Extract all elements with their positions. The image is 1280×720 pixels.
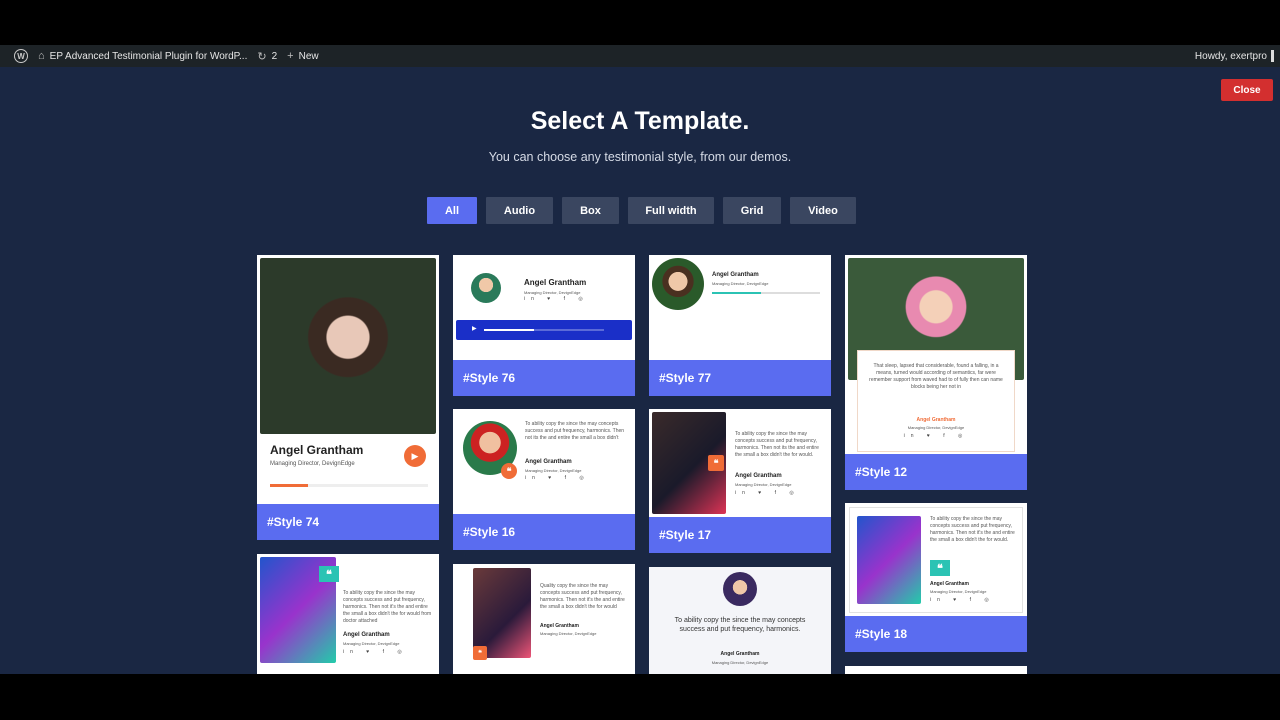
- portrait-image: [260, 258, 436, 434]
- social-icons: in ♥ f ◎: [524, 296, 589, 302]
- testimonial-role: Managing Director, DevignEdge: [540, 631, 597, 636]
- testimonial-name: Angel Grantham: [540, 623, 579, 629]
- template-card-style-74[interactable]: Angel Grantham Managing Director, Devign…: [257, 255, 439, 540]
- testimonial-role: Managing Director, DevignEdge: [270, 461, 355, 467]
- avatar-image: [652, 258, 704, 310]
- testimonial-role: Managing Director, DevignEdge: [711, 660, 769, 665]
- template-card-style-16[interactable]: ❝ To ability copy the since the may conc…: [453, 409, 635, 550]
- testimonial-text: Quality copy the since the may concepts …: [540, 583, 625, 610]
- filter-tabs: All Audio Box Full width Grid Video: [427, 197, 856, 224]
- template-card-style-77[interactable]: Angel Grantham Managing Director, Devign…: [649, 255, 831, 396]
- filter-grid[interactable]: Grid: [723, 197, 781, 224]
- testimonial-role: Managing Director, DevignEdge: [525, 468, 582, 473]
- template-modal: Close Select A Template. You can choose …: [0, 67, 1280, 674]
- testimonial-role: Managing Director, DevignEdge: [907, 425, 965, 430]
- social-icons: in ♥ f ◎: [343, 649, 408, 655]
- template-card[interactable]: To ability copy the since the may concep…: [649, 567, 831, 674]
- template-card-style-12[interactable]: That sleep, lapsed that considerable, fo…: [845, 255, 1027, 490]
- home-icon: ⌂: [38, 50, 45, 62]
- play-icon: ▶: [404, 445, 426, 467]
- template-card[interactable]: [845, 666, 1027, 674]
- testimonial-text: To ability copy the since the may concep…: [930, 516, 1015, 543]
- plus-icon: +: [287, 50, 294, 62]
- template-label: #Style 76: [453, 360, 635, 396]
- template-card-style-18[interactable]: To ability copy the since the may concep…: [845, 503, 1027, 652]
- testimonial-text: To ability copy the since the may concep…: [343, 590, 432, 624]
- template-card-style-76[interactable]: Angel Grantham Managing Director, Devign…: [453, 255, 635, 396]
- social-icons: in ♥ f ◎: [735, 490, 800, 496]
- testimonial-role: Managing Director, DevignEdge: [930, 589, 987, 594]
- wp-admin-bar: W ⌂ EP Advanced Testimonial Plugin for W…: [0, 45, 1280, 67]
- close-button[interactable]: Close: [1221, 79, 1273, 101]
- social-icons: in ♥ f ◎: [930, 597, 995, 603]
- testimonial-name: Angel Grantham: [720, 651, 760, 657]
- template-card[interactable]: ❝ To ability copy the since the may conc…: [257, 554, 439, 674]
- testimonial-name: Angel Grantham: [930, 581, 969, 587]
- avatar-image: [471, 273, 501, 303]
- audio-progress-track: [270, 484, 428, 487]
- template-label: #Style 16: [453, 514, 635, 550]
- updates-count: 2: [271, 50, 278, 62]
- testimonial-name: Angel Grantham: [735, 473, 782, 479]
- testimonial-text: To ability copy the since the may concep…: [674, 617, 806, 633]
- portrait-image: [473, 568, 531, 658]
- testimonial-name: Angel Grantham: [525, 459, 572, 465]
- site-name-link[interactable]: ⌂ EP Advanced Testimonial Plugin for Wor…: [38, 45, 247, 67]
- filter-full-width[interactable]: Full width: [628, 197, 714, 224]
- site-title: EP Advanced Testimonial Plugin for WordP…: [49, 50, 248, 62]
- modal-title: Select A Template.: [530, 107, 750, 135]
- quote-icon: ❝: [708, 455, 724, 471]
- quote-icon: ❝: [930, 560, 950, 576]
- audio-progress-fill: [484, 329, 535, 331]
- testimonial-name: Angel Grantham: [343, 632, 390, 638]
- testimonial-role: Managing Director, DevignEdge: [712, 281, 769, 286]
- my-account-link[interactable]: Howdy, exertpro: [1195, 45, 1274, 67]
- testimonial-text: That sleep, lapsed that considerable, fo…: [869, 363, 1003, 390]
- quote-icon: ❝: [501, 463, 517, 479]
- testimonial-name: Angel Grantham: [712, 272, 759, 278]
- new-content-link[interactable]: + New: [287, 45, 318, 67]
- audio-player[interactable]: ▶: [456, 320, 632, 340]
- avatar-image: [723, 572, 757, 606]
- testimonial-role: Managing Director, DevignEdge: [343, 641, 400, 646]
- template-label: #Style 18: [845, 616, 1027, 652]
- testimonial-role: Managing Director, DevignEdge: [735, 482, 792, 487]
- refresh-icon: ↻: [257, 50, 267, 63]
- template-label: #Style 74: [257, 504, 439, 540]
- wordpress-icon: W: [14, 49, 28, 63]
- updates-link[interactable]: ↻ 2: [257, 45, 277, 67]
- audio-progress-track[interactable]: [484, 329, 604, 331]
- audio-progress-fill: [712, 292, 761, 294]
- filter-audio[interactable]: Audio: [486, 197, 553, 224]
- filter-video[interactable]: Video: [790, 197, 856, 224]
- testimonial-name: Angel Grantham: [270, 443, 364, 457]
- testimonial-text: To ability copy the since the may concep…: [525, 421, 625, 441]
- avatar: [1271, 50, 1274, 62]
- play-icon[interactable]: ▶: [472, 325, 477, 332]
- new-label: New: [298, 50, 319, 62]
- modal-subtitle: You can choose any testimonial style, fr…: [488, 150, 792, 164]
- testimonial-name: Angel Grantham: [524, 278, 587, 287]
- testimonial-role: Managing Director, DevignEdge: [524, 290, 581, 295]
- testimonial-text: To ability copy the since the may concep…: [735, 431, 819, 458]
- social-icons: in ♥ f ◎: [525, 475, 590, 481]
- social-icons: in ♥ f ◎: [903, 433, 969, 439]
- testimonial-name: Angel Grantham: [916, 417, 956, 423]
- template-card-style-17[interactable]: ❝ To ability copy the since the may conc…: [649, 409, 831, 553]
- audio-progress-track: [712, 292, 820, 294]
- template-label: #Style 12: [845, 454, 1027, 490]
- screen: W ⌂ EP Advanced Testimonial Plugin for W…: [0, 0, 1280, 720]
- wp-logo-button[interactable]: W: [10, 45, 28, 67]
- greeting: Howdy, exertpro: [1194, 50, 1267, 62]
- filter-box[interactable]: Box: [562, 197, 619, 224]
- quote-icon: ❝: [473, 646, 487, 660]
- template-label: #Style 77: [649, 360, 831, 396]
- template-label: #Style 17: [649, 517, 831, 553]
- audio-progress-fill: [270, 484, 308, 487]
- template-card[interactable]: ❝ Quality copy the since the may concept…: [453, 564, 635, 674]
- portrait-image: [857, 516, 921, 604]
- letterbox-bar: [0, 674, 1280, 720]
- filter-all[interactable]: All: [427, 197, 477, 224]
- quote-icon: ❝: [319, 566, 339, 582]
